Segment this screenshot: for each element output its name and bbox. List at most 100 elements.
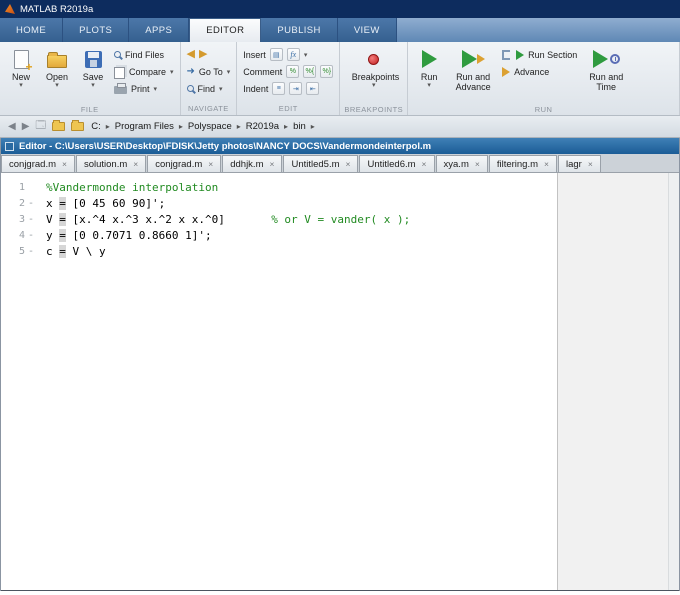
- advance-label: Advance: [514, 66, 550, 77]
- ribbon-tab-strip: HOME PLOTS APPS EDITOR PUBLISH VIEW: [0, 18, 680, 42]
- insert-section-icon[interactable]: ▤: [269, 48, 283, 61]
- advance-button[interactable]: Advance: [500, 64, 579, 79]
- find-files-label: Find Files: [125, 49, 165, 60]
- new-button[interactable]: + New ▾: [4, 44, 38, 104]
- breadcrumb-segment[interactable]: Polyspace: [184, 121, 236, 132]
- comment-icon[interactable]: %: [286, 65, 300, 78]
- ribbon-tab-view[interactable]: VIEW: [337, 18, 397, 42]
- breadcrumb: C: ▸ Program Files ▸ Polyspace ▸ R2019a ▸ bin ▸: [87, 121, 316, 132]
- ribbon-toolbar: + New ▾ Open ▾ Save ▾ Find Files Compare…: [0, 42, 680, 116]
- run-section-label-footer: RUN: [534, 105, 553, 114]
- print-button[interactable]: Print ▾: [112, 81, 176, 96]
- code-line: 4-y = [0 0.7071 0.8660 1]';: [1, 228, 679, 244]
- ribbon-tab-apps[interactable]: APPS: [129, 18, 190, 42]
- ribbon-section-navigate: ◀ ▶ ➜ Go To ▾ Find ▾ NAVIGATE: [181, 42, 238, 115]
- new-dropdown-icon[interactable]: ▾: [19, 82, 23, 89]
- compare-label: Compare: [129, 66, 167, 77]
- back-arrow-icon[interactable]: ◀: [5, 121, 19, 132]
- open-dropdown-icon[interactable]: ▾: [55, 82, 59, 89]
- browse-documents-icon[interactable]: 🗔: [32, 118, 49, 135]
- open-button-label: Open: [45, 72, 69, 82]
- ribbon-tab-home[interactable]: HOME: [0, 18, 64, 42]
- breadcrumb-segment[interactable]: Program Files: [111, 121, 178, 132]
- code-text: c = V \ y: [37, 244, 106, 260]
- ribbon-section-file: + New ▾ Open ▾ Save ▾ Find Files Compare…: [0, 42, 181, 115]
- run-and-time-icon: [592, 46, 620, 72]
- breadcrumb-segment[interactable]: C:: [87, 121, 105, 132]
- up-folder-icon[interactable]: [52, 120, 66, 131]
- tab-close-icon[interactable]: ×: [62, 159, 67, 169]
- tab-close-icon[interactable]: ×: [422, 159, 427, 169]
- navigate-section-label: NAVIGATE: [188, 104, 229, 113]
- goto-dropdown-icon[interactable]: ▾: [227, 68, 231, 76]
- editor-tab[interactable]: filtering.m ×: [488, 155, 557, 172]
- forward-arrow-icon[interactable]: ▶: [19, 121, 33, 132]
- editor-tab[interactable]: solution.m ×: [75, 155, 147, 172]
- code-segment: =: [59, 213, 66, 226]
- run-button[interactable]: Run ▾: [412, 44, 446, 104]
- ribbon-tab-editor[interactable]: EDITOR: [189, 18, 262, 42]
- code-line: 5-c = V \ y: [1, 244, 679, 260]
- forward-navigate-icon[interactable]: ▶: [199, 49, 207, 60]
- editor-tab[interactable]: conjgrad.m ×: [1, 155, 75, 172]
- find-dropdown-icon[interactable]: ▾: [219, 85, 223, 93]
- editor-tab[interactable]: xya.m ×: [435, 155, 488, 172]
- wrap-comments-icon[interactable]: %}: [320, 65, 334, 78]
- tab-close-icon[interactable]: ×: [475, 159, 480, 169]
- open-button[interactable]: Open ▾: [40, 44, 74, 104]
- indent-label: Indent: [243, 83, 269, 94]
- tab-close-icon[interactable]: ×: [208, 159, 213, 169]
- editor-tab-label: ddhjk.m: [230, 158, 264, 170]
- editor-tab[interactable]: lagr ×: [557, 155, 601, 172]
- breadcrumb-segment[interactable]: bin: [289, 121, 310, 132]
- ribbon-tab-plots[interactable]: PLOTS: [63, 18, 130, 42]
- editor-tab[interactable]: Untitled6.m ×: [359, 155, 435, 172]
- compare-dropdown-icon[interactable]: ▾: [170, 68, 174, 76]
- tab-close-icon[interactable]: ×: [133, 159, 138, 169]
- breakpoints-button[interactable]: Breakpoints ▾: [349, 44, 399, 104]
- code-editor[interactable]: 1 %Vandermonde interpolation 2- x = [0 45 6…: [1, 173, 679, 591]
- tab-close-icon[interactable]: ×: [588, 159, 593, 169]
- breakpoints-label: Breakpoints: [351, 72, 400, 82]
- indent-left-icon[interactable]: ⇤: [306, 82, 320, 95]
- tab-close-icon[interactable]: ×: [269, 159, 274, 169]
- goto-button[interactable]: ➜ Go To ▾: [185, 64, 233, 79]
- breakpoints-icon: [368, 46, 380, 72]
- breadcrumb-segment[interactable]: R2019a: [242, 121, 283, 132]
- indent-right-icon[interactable]: ⇥: [289, 82, 303, 95]
- tab-close-icon[interactable]: ×: [544, 159, 549, 169]
- insert-dropdown-icon[interactable]: ▾: [304, 51, 308, 59]
- run-label: Run: [420, 72, 438, 82]
- code-segment: [0 45 60 90]';: [65, 197, 166, 210]
- run-and-advance-button[interactable]: Run and Advance: [448, 44, 498, 104]
- editor-tab[interactable]: conjgrad.m ×: [147, 155, 222, 172]
- find-files-button[interactable]: Find Files: [112, 47, 176, 62]
- editor-panel-title: Editor - C:\Users\USER\Desktop\FDISK\Jet…: [19, 140, 432, 152]
- smart-indent-icon[interactable]: ≡: [272, 82, 286, 95]
- run-and-time-button[interactable]: Run and Time: [581, 44, 631, 104]
- editor-tab[interactable]: Untitled5.m ×: [283, 155, 359, 172]
- code-segment: =: [59, 229, 66, 242]
- new-button-label: New: [11, 72, 30, 82]
- compare-icon: [114, 66, 125, 79]
- run-section-button[interactable]: Run Section: [500, 47, 579, 62]
- tab-close-icon[interactable]: ×: [346, 159, 351, 169]
- insert-function-icon[interactable]: fx: [286, 48, 300, 61]
- ribbon-tab-publish[interactable]: PUBLISH: [261, 18, 338, 42]
- breakpoints-dropdown-icon[interactable]: ▾: [372, 82, 376, 89]
- run-dropdown-icon[interactable]: ▾: [427, 82, 431, 89]
- save-disk-icon: [84, 46, 102, 72]
- save-button[interactable]: Save ▾: [76, 44, 110, 104]
- editor-tab[interactable]: ddhjk.m ×: [222, 155, 283, 172]
- print-dropdown-icon[interactable]: ▾: [154, 85, 158, 93]
- uncomment-icon[interactable]: %{: [303, 65, 317, 78]
- compare-button[interactable]: Compare ▾: [112, 64, 176, 79]
- run-and-advance-label: Run and Advance: [455, 72, 491, 92]
- goto-label: Go To: [198, 66, 223, 77]
- ribbon-section-breakpoints: Breakpoints ▾ BREAKPOINTS: [340, 42, 409, 115]
- find-button[interactable]: Find ▾: [185, 81, 233, 96]
- save-dropdown-icon[interactable]: ▾: [91, 82, 95, 89]
- back-navigate-icon[interactable]: ◀: [187, 49, 195, 60]
- advance-icon: [502, 66, 511, 77]
- run-and-advance-icon: [461, 46, 485, 72]
